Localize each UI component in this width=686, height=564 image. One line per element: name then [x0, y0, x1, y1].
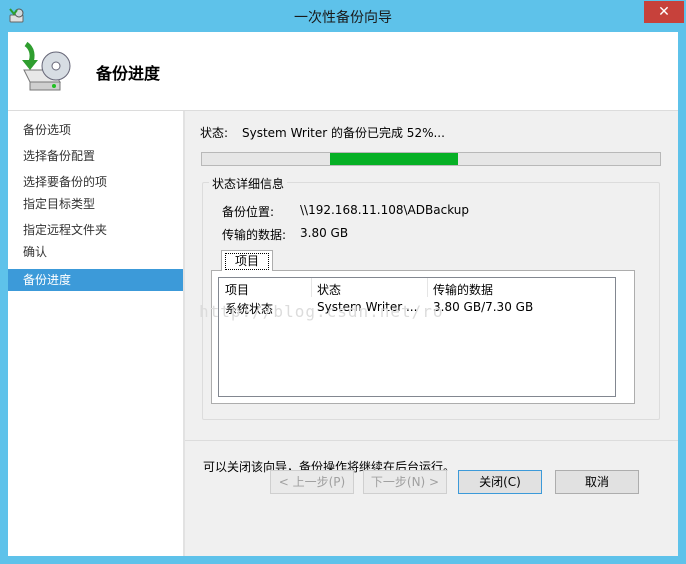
- close-window-button[interactable]: ✕: [644, 1, 684, 23]
- backup-drive-icon: [22, 41, 71, 91]
- wizard-footer: < 上一步(P) 下一步(N) > 关闭(C) 取消: [185, 440, 678, 557]
- cancel-button[interactable]: 取消: [555, 470, 639, 494]
- tab-items[interactable]: 项目: [221, 250, 273, 271]
- backup-progress-bar: [201, 152, 661, 166]
- column-separator[interactable]: [427, 278, 428, 297]
- column-header-data[interactable]: 传输的数据: [433, 281, 493, 298]
- page-title: 备份进度: [96, 64, 161, 83]
- next-button[interactable]: 下一步(N) >: [363, 470, 447, 494]
- status-text: System Writer 的备份已完成 52%...: [242, 126, 445, 140]
- wizard-window: 一次性备份向导 ✕ 备份进度 备份选项 选择备份配置 选择要备份的项 指定目标类…: [0, 0, 686, 564]
- step-confirm[interactable]: 确认: [8, 242, 183, 262]
- step-select-config[interactable]: 选择备份配置: [8, 146, 183, 166]
- step-backup-options[interactable]: 备份选项: [8, 120, 183, 140]
- status-details-group: 状态详细信息 备份位置: \\192.168.11.108\ADBackup 传…: [202, 175, 660, 420]
- previous-button[interactable]: < 上一步(P): [270, 470, 354, 494]
- step-select-items[interactable]: 选择要备份的项: [8, 172, 183, 192]
- tab-items-label: 项目: [225, 253, 269, 270]
- wizard-client-area: 备份进度 备份选项 选择备份配置 选择要备份的项 指定目标类型 指定远程文件夹 …: [8, 32, 678, 556]
- step-remote-folder[interactable]: 指定远程文件夹: [8, 220, 183, 240]
- items-tab-panel: 项目 状态 传输的数据 系统状态 System Writer ... 3.80 …: [211, 270, 635, 404]
- window-title: 一次性备份向导: [294, 10, 392, 26]
- title-bar[interactable]: 一次性备份向导 ✕: [0, 0, 686, 32]
- watermark-text: http://blog.csdn.net/ro: [199, 302, 444, 321]
- progress-fill: [330, 153, 459, 165]
- items-list[interactable]: 项目 状态 传输的数据 系统状态 System Writer ... 3.80 …: [218, 277, 616, 397]
- wizard-steps-sidebar: 备份选项 选择备份配置 选择要备份的项 指定目标类型 指定远程文件夹 确认 备份…: [8, 111, 185, 556]
- column-separator[interactable]: [311, 278, 312, 297]
- column-header-status[interactable]: 状态: [317, 281, 341, 298]
- transferred-data-label: 传输的数据:: [222, 228, 287, 242]
- step-target-type[interactable]: 指定目标类型: [8, 194, 183, 214]
- row-data-cell[interactable]: 3.80 GB/7.30 GB: [433, 300, 533, 314]
- transferred-data-value: 3.80 GB: [300, 226, 349, 240]
- close-button[interactable]: 关闭(C): [458, 470, 542, 494]
- backup-location-value: \\192.168.11.108\ADBackup: [300, 203, 469, 217]
- step-backup-progress[interactable]: 备份进度: [8, 269, 183, 291]
- status-details-title: 状态详细信息: [209, 175, 288, 192]
- wizard-header: 备份进度: [8, 32, 678, 111]
- status-label: 状态:: [200, 126, 229, 140]
- wizard-content: 状态: System Writer 的备份已完成 52%... 状态详细信息 备…: [185, 111, 678, 556]
- backup-location-label: 备份位置:: [222, 205, 275, 219]
- column-header-item[interactable]: 项目: [225, 281, 249, 298]
